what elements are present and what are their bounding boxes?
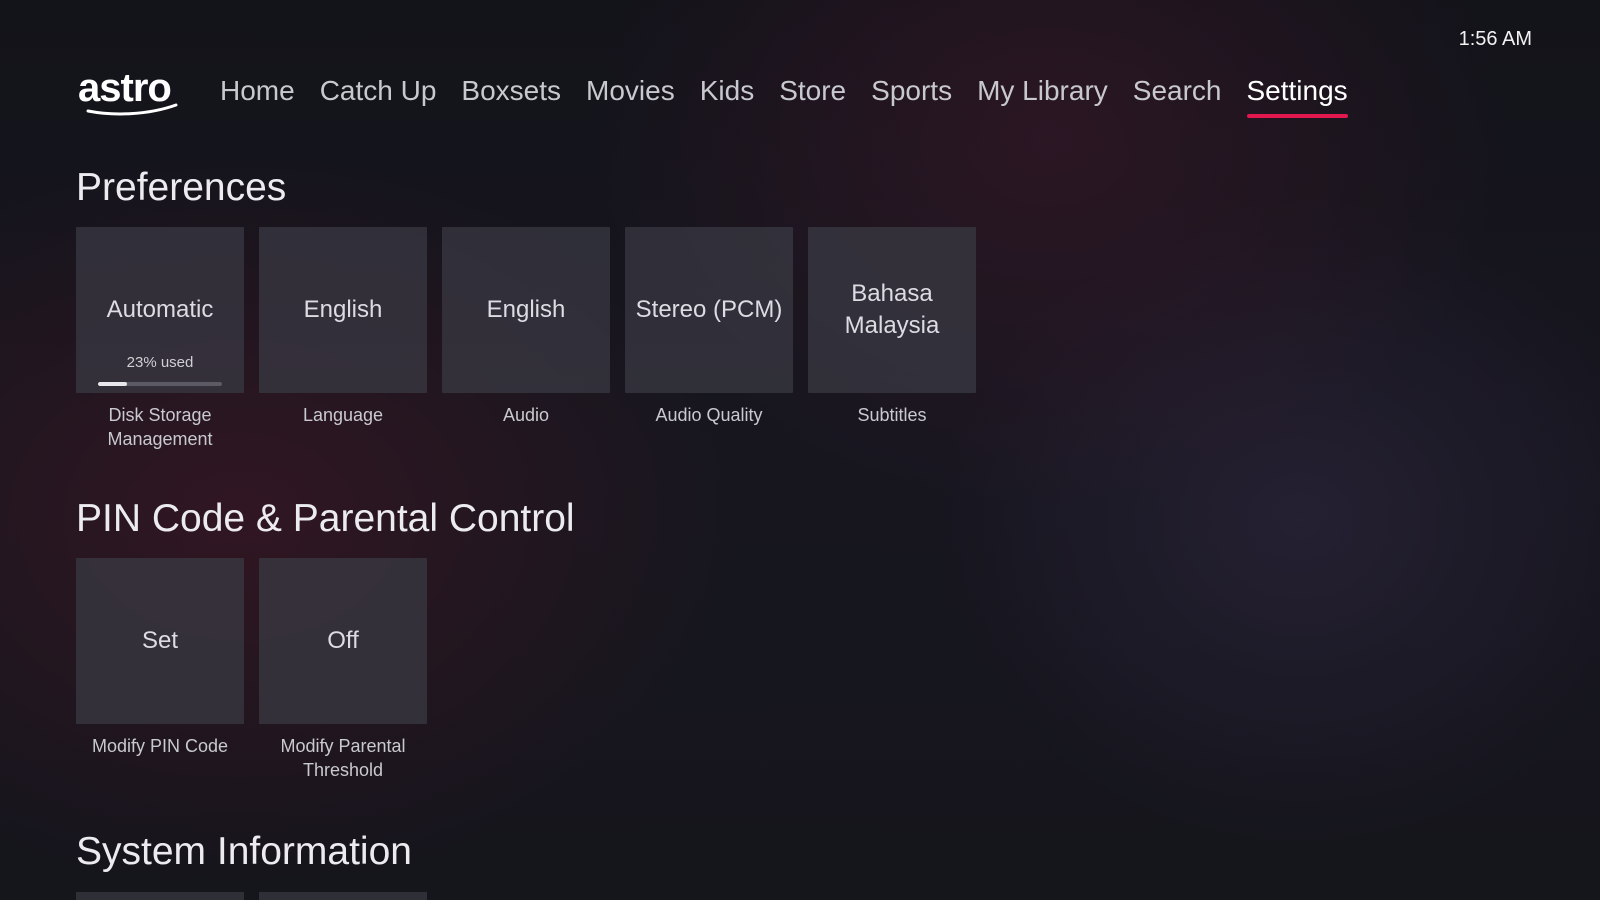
subtitles-value: Bahasa Malaysia: [844, 280, 940, 339]
nav-item-my-library[interactable]: My Library: [977, 74, 1108, 118]
nav-item-settings[interactable]: Settings: [1246, 74, 1348, 118]
language-caption: Language: [302, 405, 384, 425]
clock: 1:56 AM: [1458, 28, 1532, 50]
disk-storage-caption: Disk Storage Management: [107, 405, 213, 449]
audio-value: English: [486, 296, 566, 323]
audio-quality-value: Stereo (PCM): [635, 296, 783, 323]
audio-quality-tile[interactable]: Stereo (PCM) Audio Quality: [625, 227, 793, 451]
audio-box: English: [442, 227, 610, 393]
disk-usage-text: 23% used: [126, 354, 194, 371]
system-tile-stub[interactable]: [76, 892, 244, 900]
preferences-title: Preferences: [76, 166, 287, 209]
subtitles-caption: Subtitles: [857, 405, 927, 425]
audio-quality-box: Stereo (PCM): [625, 227, 793, 393]
astro-logo[interactable]: astro: [78, 68, 182, 120]
disk-usage-bar: [98, 382, 222, 386]
disk-storage-tile[interactable]: Automatic 23% used Disk Storage Manageme…: [76, 227, 244, 451]
system-information-title: System Information: [76, 830, 412, 873]
parental-threshold-caption: Modify Parental Threshold: [280, 736, 406, 780]
modify-pin-value: Set: [141, 627, 179, 654]
nav-item-sports[interactable]: Sports: [871, 74, 952, 118]
nav-item-home[interactable]: Home: [220, 74, 295, 118]
nav-item-store[interactable]: Store: [779, 74, 846, 118]
preferences-tiles: Automatic 23% used Disk Storage Manageme…: [76, 227, 976, 451]
pin-parental-title: PIN Code & Parental Control: [76, 497, 575, 540]
subtitles-tile[interactable]: Bahasa Malaysia Subtitles: [808, 227, 976, 451]
logo-swoosh-icon: [86, 103, 178, 116]
parental-threshold-value: Off: [327, 627, 359, 654]
pin-parental-tiles: Set Modify PIN Code Off Modify Parental …: [76, 558, 427, 782]
audio-tile[interactable]: English Audio: [442, 227, 610, 451]
nav-menu: Home Catch Up Boxsets Movies Kids Store …: [220, 74, 1348, 118]
nav-item-boxsets[interactable]: Boxsets: [461, 74, 561, 118]
modify-pin-caption: Modify PIN Code: [91, 736, 229, 756]
nav-item-kids[interactable]: Kids: [700, 74, 754, 118]
top-navigation: astro Home Catch Up Boxsets Movies Kids …: [78, 62, 1348, 122]
system-information-tiles: [76, 892, 427, 900]
disk-storage-value: Automatic: [106, 296, 214, 323]
disk-usage-fill: [98, 382, 127, 386]
modify-pin-box: Set: [76, 558, 244, 724]
subtitles-box: Bahasa Malaysia: [808, 227, 976, 393]
audio-quality-caption: Audio Quality: [655, 405, 763, 425]
parental-threshold-box: Off: [259, 558, 427, 724]
language-value: English: [303, 296, 383, 323]
disk-storage-box: Automatic 23% used: [76, 227, 244, 393]
language-tile[interactable]: English Language: [259, 227, 427, 451]
nav-item-catch-up[interactable]: Catch Up: [320, 74, 437, 118]
audio-caption: Audio: [502, 405, 550, 425]
nav-item-search[interactable]: Search: [1133, 74, 1222, 118]
parental-threshold-tile[interactable]: Off Modify Parental Threshold: [259, 558, 427, 782]
modify-pin-tile[interactable]: Set Modify PIN Code: [76, 558, 244, 782]
language-box: English: [259, 227, 427, 393]
nav-item-movies[interactable]: Movies: [586, 74, 675, 118]
system-tile-stub[interactable]: [259, 892, 427, 900]
